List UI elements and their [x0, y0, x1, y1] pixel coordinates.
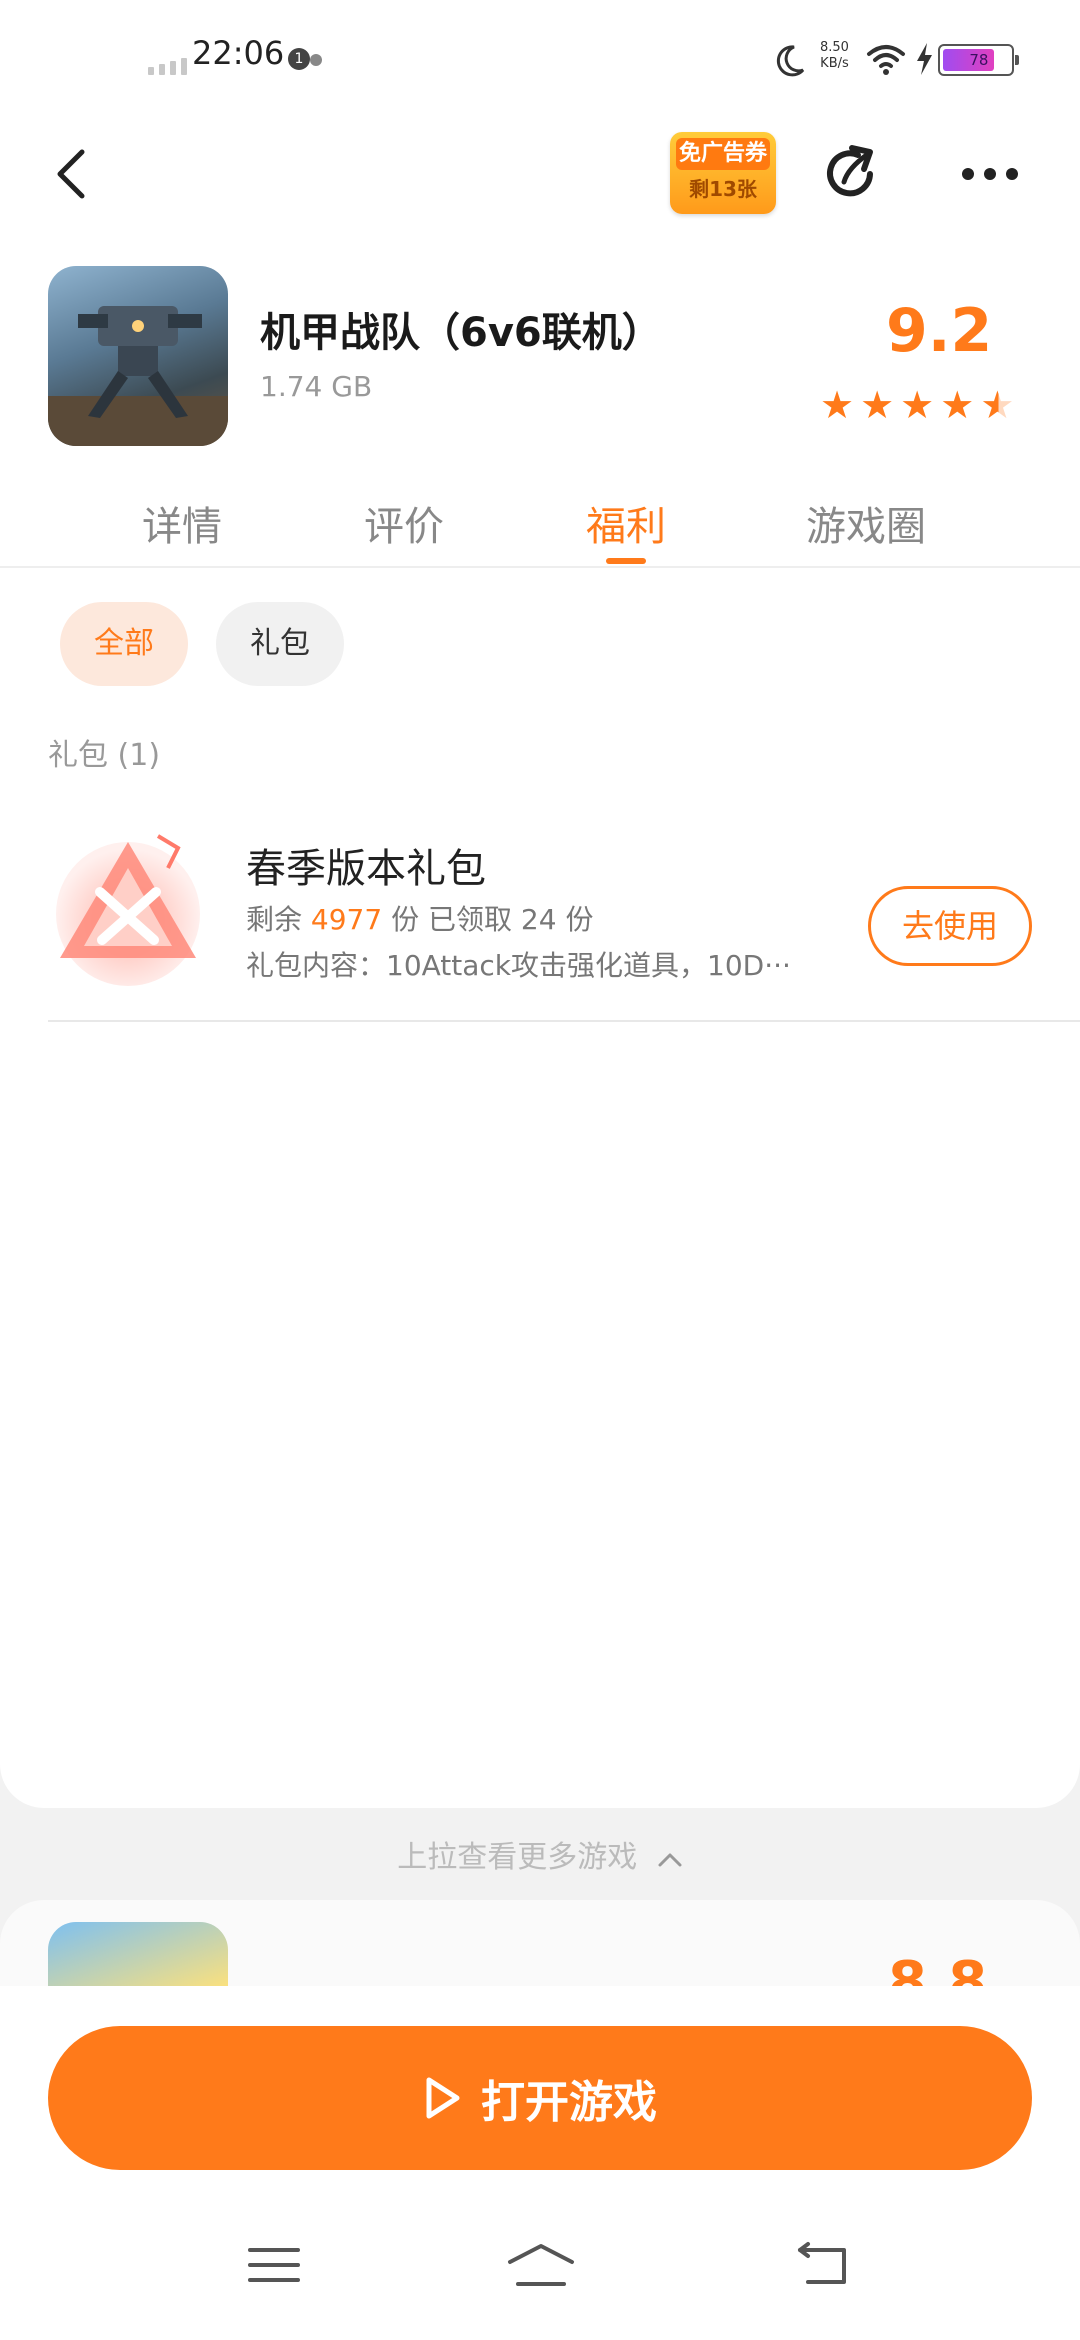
game-title: 机甲战队（6v6联机） [260, 310, 662, 356]
wifi-icon [867, 45, 905, 75]
divider [48, 1020, 1080, 1022]
tab-game-circle[interactable]: 游戏圈 [806, 494, 926, 552]
remaining-prefix: 剩余 [246, 903, 303, 936]
back-arrow-icon[interactable] [46, 142, 102, 206]
moon-icon [776, 45, 805, 77]
filter-all[interactable]: 全部 [60, 602, 188, 686]
section-label: 礼包 (1) [48, 738, 161, 773]
chevron-up-icon [658, 1853, 682, 1866]
star-icon: ★ [900, 383, 935, 427]
share-icon[interactable] [818, 138, 888, 208]
active-tab-indicator [606, 558, 646, 564]
battery-icon: 78 [938, 44, 1019, 76]
claimed-count: 已领取 24 份 [428, 903, 594, 936]
signal-icon [148, 58, 187, 75]
net-speed: 8.50 KB/s [820, 40, 849, 72]
half-star-icon: ★ [980, 383, 1015, 427]
star-icon: ★ [860, 383, 895, 427]
status-time: 22:06 [192, 34, 285, 72]
open-game-button[interactable]: 打开游戏 [48, 2026, 1032, 2170]
ad-free-coupon-button[interactable]: 免广告券 剩13张 [670, 132, 776, 214]
ad-coupon-title: 免广告券 [676, 138, 770, 170]
gift-stock: 剩余 4977 份 已领取 24 份 [246, 898, 593, 938]
ad-coupon-remaining: 剩13张 [689, 177, 757, 201]
mech-robot-icon [48, 306, 228, 446]
star-icon: ★ [820, 383, 855, 427]
net-speed-value: 8.50 [820, 40, 849, 55]
return-icon[interactable] [794, 2240, 854, 2290]
top-nav: 免广告券 剩13张 [0, 110, 1080, 240]
battery-level: 78 [943, 49, 995, 71]
rating-stars: ★ ★ ★ ★ ★ [820, 386, 1014, 424]
tab-bar: 详情 评价 福利 游戏圈 [0, 460, 1080, 568]
bottom-bar: 打开游戏 [0, 1986, 1080, 2340]
filter-gift-pack[interactable]: 礼包 [216, 602, 344, 686]
pull-up-hint-text: 上拉查看更多游戏 [397, 1840, 638, 1875]
play-icon [426, 2077, 460, 2119]
pull-up-hint[interactable]: 上拉查看更多游戏 [0, 1832, 1080, 1876]
gift-item[interactable]: 春季版本礼包 剩余 4977 份 已领取 24 份 礼包内容：10Attack攻… [0, 798, 1080, 1022]
game-info: 机甲战队（6v6联机） 1.74 GB 9.2 ★ ★ ★ ★ ★ [0, 240, 1080, 460]
home-icon[interactable] [506, 2240, 576, 2290]
benefits-panel: 全部 礼包 礼包 (1) 春季版本礼包 剩余 4977 份 已领取 24 份 礼… [0, 568, 1080, 1808]
status-bar: 22:06 1 8.50 KB/s 78 [0, 0, 1080, 110]
gift-content: 礼包内容：10Attack攻击强化道具，10D··· [246, 949, 791, 982]
more-dots-icon[interactable] [962, 154, 1032, 194]
net-speed-unit: KB/s [820, 56, 849, 71]
star-icon: ★ [940, 383, 975, 427]
game-size: 1.74 GB [260, 370, 373, 403]
crossed-swords-icon [56, 834, 200, 986]
charging-icon [917, 43, 932, 75]
notification-dot-icon [310, 54, 322, 66]
gift-title: 春季版本礼包 [246, 846, 486, 892]
tab-benefits[interactable]: 福利 [586, 494, 666, 552]
game-score: 9.2 [886, 296, 993, 366]
game-icon[interactable] [48, 266, 228, 446]
tab-reviews[interactable]: 评价 [364, 494, 444, 552]
notification-badge: 1 [288, 48, 310, 70]
tab-details[interactable]: 详情 [142, 494, 222, 552]
remaining-count: 4977 [310, 903, 383, 936]
open-game-label: 打开游戏 [481, 2077, 657, 2128]
use-gift-button[interactable]: 去使用 [868, 886, 1032, 966]
menu-icon[interactable] [244, 2240, 304, 2290]
remaining-unit: 份 [391, 903, 420, 936]
